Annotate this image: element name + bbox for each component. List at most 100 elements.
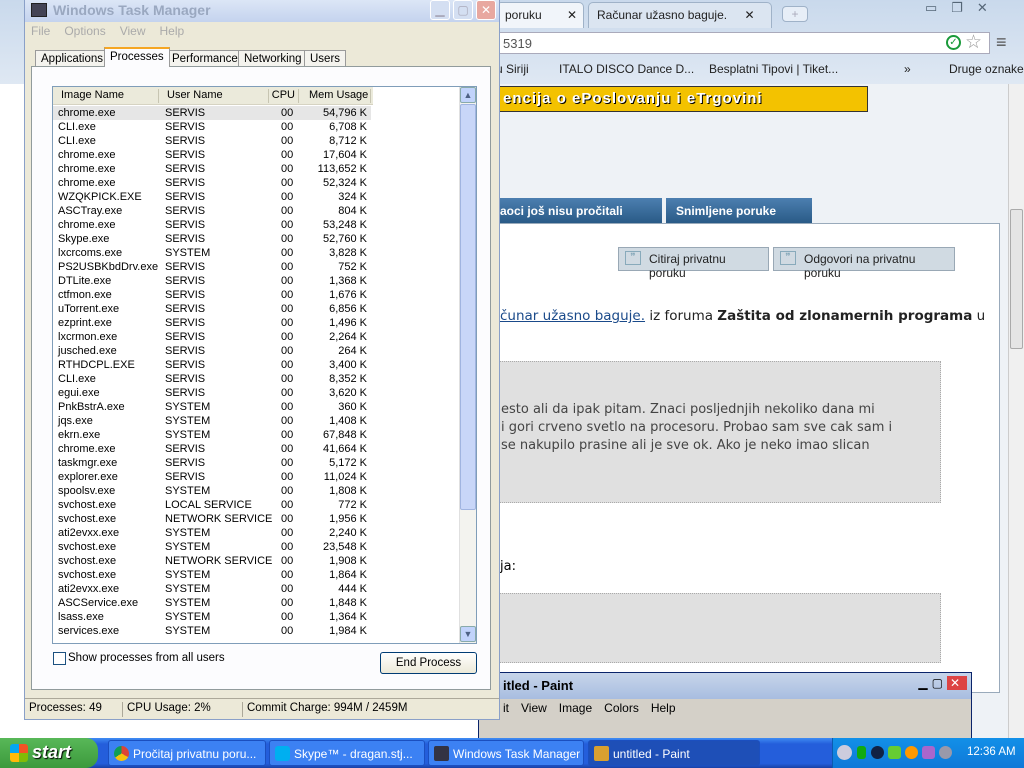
process-list[interactable]: Image Name User Name CPU Mem Usage chrom… [52, 86, 477, 644]
show-all-users-label[interactable]: Show processes from all users [68, 652, 225, 664]
menu-view[interactable]: View [120, 24, 146, 38]
process-row[interactable]: chrome.exe SERVIS 00 54,796 K [53, 106, 371, 120]
minimize-button[interactable]: ▁ [430, 0, 450, 20]
task-manager-titlebar[interactable]: Windows Task Manager [25, 0, 499, 22]
star-bookmark-icon[interactable]: ☆ [965, 31, 982, 54]
process-row[interactable]: ASCTray.exe SERVIS 00 804 K [53, 204, 371, 218]
process-row[interactable]: WZQKPICK.EXE SERVIS 00 324 K [53, 190, 371, 204]
column-mem-usage[interactable]: Mem Usage [299, 89, 371, 103]
scroll-thumb[interactable] [1010, 209, 1023, 349]
taskbar-chrome[interactable]: Pročitaj privatnu poru... [108, 740, 266, 766]
menu-colors[interactable]: Colors [604, 701, 639, 715]
scroll-up-arrow-icon[interactable]: ▲ [460, 87, 476, 103]
process-row[interactable]: svchost.exe SYSTEM 00 23,548 K [53, 540, 371, 554]
process-row[interactable]: ati2evxx.exe SYSTEM 00 444 K [53, 582, 371, 596]
menu-view[interactable]: View [521, 701, 547, 715]
process-row[interactable]: svchost.exe LOCAL SERVICE 00 772 K [53, 498, 371, 512]
process-row[interactable]: svchost.exe NETWORK SERVICE 00 1,956 K [53, 512, 371, 526]
volume-icon[interactable] [939, 746, 952, 759]
process-row[interactable]: CLI.exe SERVIS 00 8,712 K [53, 134, 371, 148]
process-row[interactable]: Skype.exe SERVIS 00 52,760 K [53, 232, 371, 246]
process-row[interactable]: lxcrcoms.exe SYSTEM 00 3,828 K [53, 246, 371, 260]
end-process-button[interactable]: End Process [380, 652, 477, 674]
address-bar[interactable]: 5319 [496, 32, 990, 54]
process-row[interactable]: PS2USBKbdDrv.exe SERVIS 00 752 K [53, 260, 371, 274]
taskbar-paint[interactable]: untitled - Paint [588, 740, 760, 766]
menu-file[interactable]: File [31, 24, 50, 38]
process-row[interactable]: lxcrmon.exe SERVIS 00 2,264 K [53, 330, 371, 344]
process-row[interactable]: taskmgr.exe SERVIS 00 5,172 K [53, 456, 371, 470]
process-row[interactable]: CLI.exe SERVIS 00 6,708 K [53, 120, 371, 134]
process-row[interactable]: ezprint.exe SERVIS 00 1,496 K [53, 316, 371, 330]
tab-users[interactable]: Users [304, 50, 347, 67]
tab-processes[interactable]: Processes [104, 47, 170, 67]
process-row[interactable]: ati2evxx.exe SYSTEM 00 2,240 K [53, 526, 371, 540]
process-row[interactable]: PnkBstrA.exe SYSTEM 00 360 K [53, 400, 371, 414]
process-row[interactable]: svchost.exe NETWORK SERVICE 00 1,908 K [53, 554, 371, 568]
reply-message-button[interactable]: ❞ Odgovori na privatnu poruku [773, 247, 955, 280]
process-row[interactable]: egui.exe SERVIS 00 3,620 K [53, 386, 371, 400]
process-row[interactable]: jusched.exe SERVIS 00 264 K [53, 344, 371, 358]
list-scrollbar[interactable]: ▲ ▼ [459, 87, 476, 643]
process-row[interactable]: DTLite.exe SERVIS 00 1,368 K [53, 274, 371, 288]
tray-app-icon[interactable] [922, 746, 935, 759]
tab-networking[interactable]: Networking [238, 50, 308, 67]
new-tab-button[interactable]: + [782, 6, 808, 22]
clock[interactable]: 12:36 AM [967, 746, 1016, 758]
tab-unread[interactable]: aoci još nisu pročitali [496, 198, 662, 224]
bookmark-folder[interactable]: Druge oznake [949, 62, 1024, 76]
tray-app-icon[interactable] [905, 746, 918, 759]
menu-edit[interactable]: it [503, 701, 509, 715]
task-manager-window[interactable]: Windows Task Manager ▁ ▢ ✕ File Options Vi… [24, 0, 500, 720]
menu-help[interactable]: Help [651, 701, 676, 715]
process-row[interactable]: services.exe SYSTEM 00 1,984 K [53, 624, 371, 638]
network-icon[interactable] [857, 746, 866, 759]
process-row[interactable]: chrome.exe SERVIS 00 53,248 K [53, 218, 371, 232]
menu-help[interactable]: Help [160, 24, 185, 38]
process-row[interactable]: CLI.exe SERVIS 00 8,352 K [53, 372, 371, 386]
process-row[interactable]: chrome.exe SERVIS 00 52,324 K [53, 176, 371, 190]
maximize-button[interactable]: ▢ [453, 0, 473, 20]
tray-expand-icon[interactable] [837, 745, 852, 760]
tab-saved-messages[interactable]: Snimljene poruke [666, 198, 812, 224]
process-row[interactable]: jqs.exe SYSTEM 00 1,408 K [53, 414, 371, 428]
browser-scrollbar[interactable] [1008, 84, 1024, 738]
show-all-users-checkbox[interactable] [53, 652, 66, 665]
taskbar-skype[interactable]: Skype™ - dragan.stj... [269, 740, 425, 766]
process-row[interactable]: ekrn.exe SYSTEM 00 67,848 K [53, 428, 371, 442]
process-row[interactable]: spoolsv.exe SYSTEM 00 1,808 K [53, 484, 371, 498]
bookmark-item[interactable]: u Siriji [496, 62, 529, 76]
process-row[interactable]: chrome.exe SERVIS 00 41,664 K [53, 442, 371, 456]
process-row[interactable]: lsass.exe SYSTEM 00 1,364 K [53, 610, 371, 624]
close-button[interactable]: ✕ [476, 0, 496, 20]
taskbar-task-manager[interactable]: Windows Task Manager [428, 740, 584, 766]
close-tab-icon[interactable]: ✕ [567, 8, 577, 22]
process-row[interactable]: RTHDCPL.EXE SERVIS 00 3,400 K [53, 358, 371, 372]
tab-performance[interactable]: Performance [166, 50, 244, 67]
browser-tab-active[interactable]: poruku ✕ [496, 2, 584, 28]
quote-message-button[interactable]: ❞ Citiraj privatnu poruku [618, 247, 769, 280]
process-row[interactable]: uTorrent.exe SERVIS 00 6,856 K [53, 302, 371, 316]
menu-options[interactable]: Options [64, 24, 105, 38]
tray-app-icon[interactable] [871, 746, 884, 759]
tray-app-icon[interactable] [888, 746, 901, 759]
scroll-down-arrow-icon[interactable]: ▼ [460, 626, 476, 642]
browser-tab[interactable]: Računar užasno baguje. ✕ [588, 2, 772, 28]
scroll-thumb[interactable] [460, 104, 476, 510]
process-row[interactable]: svchost.exe SYSTEM 00 1,864 K [53, 568, 371, 582]
menu-image[interactable]: Image [559, 701, 592, 715]
process-row[interactable]: chrome.exe SERVIS 00 113,652 K [53, 162, 371, 176]
close-tab-icon[interactable]: ✕ [744, 8, 754, 22]
process-row[interactable]: ASCService.exe SYSTEM 00 1,848 K [53, 596, 371, 610]
window-controls[interactable]: ▭❐✕ [925, 0, 1002, 16]
process-row[interactable]: chrome.exe SERVIS 00 17,604 K [53, 148, 371, 162]
topic-link[interactable]: čunar užasno baguje. [500, 308, 645, 324]
column-cpu[interactable]: CPU [269, 89, 299, 103]
bookmark-item[interactable]: Besplatni Tipovi | Tiket... [709, 62, 838, 76]
column-image-name[interactable]: Image Name [53, 89, 159, 103]
paint-window-controls[interactable]: ▁▢ ✕ [918, 676, 967, 690]
bookmark-item[interactable]: ITALO DISCO Dance D... [559, 62, 694, 76]
tab-applications[interactable]: Applications [35, 50, 110, 67]
start-button[interactable]: start [0, 738, 98, 768]
bookmark-overflow[interactable]: » [904, 62, 911, 76]
